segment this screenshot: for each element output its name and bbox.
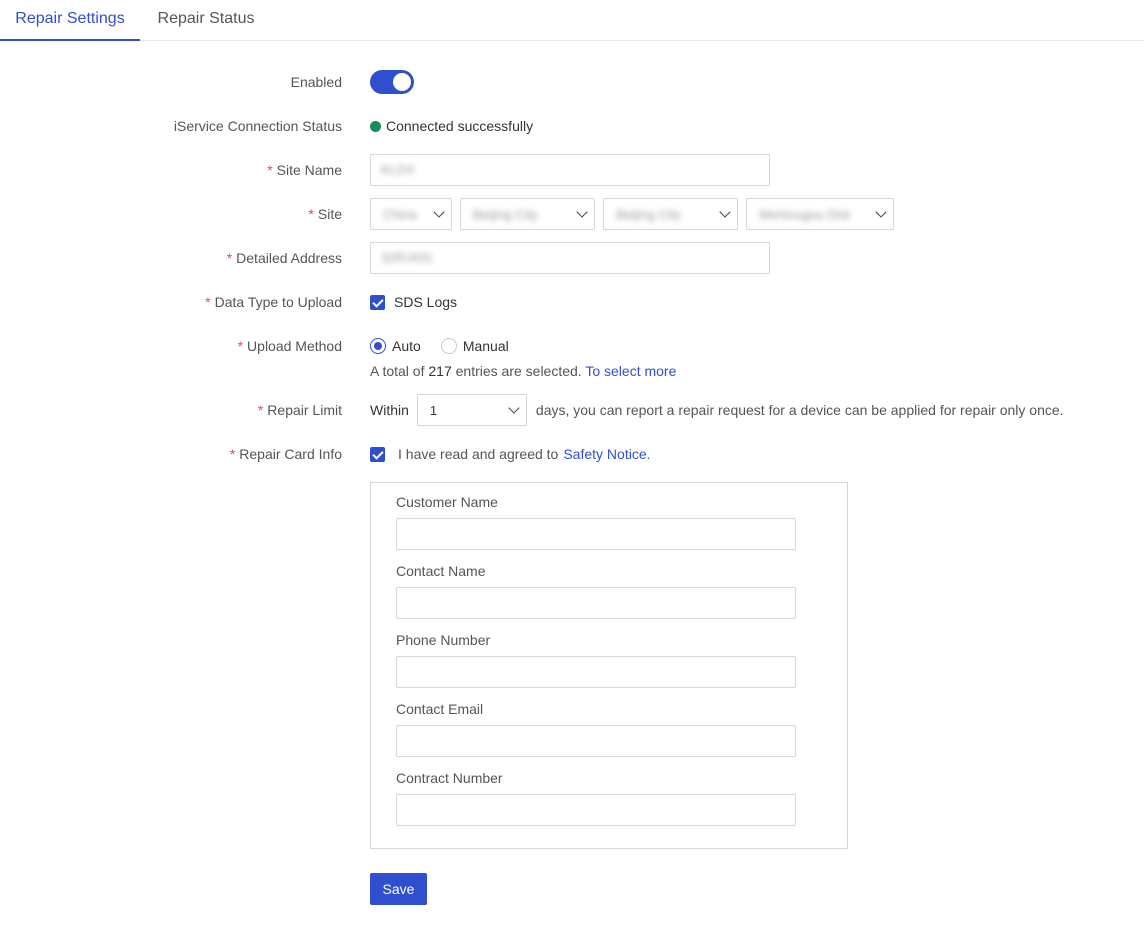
row-site: * Site China Beijing City Beijing City Me… bbox=[0, 198, 1144, 230]
agree-checkbox[interactable] bbox=[370, 446, 385, 462]
phone-number-label: Phone Number bbox=[396, 632, 491, 648]
site-district-select[interactable]: Mentougou Dist bbox=[746, 198, 894, 230]
toggle-knob bbox=[393, 73, 411, 91]
repair-limit-suffix: days, you can report a repair request fo… bbox=[535, 402, 1064, 418]
selected-count: 217 bbox=[428, 363, 452, 379]
chevron-down-icon bbox=[719, 206, 731, 218]
sds-logs-label[interactable]: SDS Logs bbox=[394, 294, 457, 310]
auto-label[interactable]: Auto bbox=[392, 338, 421, 354]
address-input[interactable]: 32RJ431 bbox=[370, 242, 770, 274]
safety-notice-link[interactable]: Safety Notice. bbox=[563, 446, 650, 462]
row-address: * Detailed Address 32RJ431 bbox=[0, 242, 1144, 274]
row-connection: iService Connection Status Connected suc… bbox=[0, 110, 1144, 142]
chevron-down-icon bbox=[508, 402, 520, 414]
manual-radio[interactable] bbox=[440, 338, 457, 354]
tab-repair-settings[interactable]: Repair Settings bbox=[0, 0, 140, 41]
agree-text: I have read and agreed to bbox=[398, 446, 559, 462]
site-country-select[interactable]: China bbox=[370, 198, 452, 230]
site-name-input[interactable]: KLDX bbox=[370, 154, 770, 186]
within-label: Within bbox=[370, 402, 409, 418]
upload-method-label: * Upload Method bbox=[237, 338, 342, 354]
row-enabled: Enabled bbox=[0, 66, 1144, 98]
repair-limit-label: * Repair Limit bbox=[257, 402, 342, 418]
customer-name-input[interactable] bbox=[396, 518, 796, 550]
status-dot-icon bbox=[370, 120, 381, 132]
data-type-label: * Data Type to Upload bbox=[205, 294, 342, 310]
connection-label: iService Connection Status bbox=[173, 118, 342, 134]
site-city-select[interactable]: Beijing City bbox=[603, 198, 738, 230]
site-name-label: * Site Name bbox=[267, 162, 342, 178]
row-upload-method: * Upload Method Auto Manual bbox=[0, 330, 1144, 362]
address-label: * Detailed Address bbox=[226, 250, 342, 266]
customer-name-label: Customer Name bbox=[396, 494, 498, 510]
enabled-toggle[interactable] bbox=[370, 70, 414, 94]
sds-logs-checkbox[interactable] bbox=[370, 294, 385, 310]
contact-email-input[interactable] bbox=[396, 725, 796, 757]
selection-hint: A total of 217 entries are selected. To … bbox=[370, 363, 677, 379]
repair-limit-select[interactable]: 1 bbox=[416, 394, 527, 426]
save-button[interactable]: Save bbox=[370, 873, 427, 905]
phone-number-input[interactable] bbox=[396, 656, 796, 688]
row-site-name: * Site Name KLDX bbox=[0, 154, 1144, 186]
repair-card-label: * Repair Card Info bbox=[229, 446, 342, 462]
repair-card-panel: Customer Name Contact Name Phone Number … bbox=[370, 482, 848, 849]
site-label: * Site bbox=[308, 206, 342, 222]
row-repair-card: * Repair Card Info I have read and agreed… bbox=[0, 438, 1144, 470]
chevron-down-icon bbox=[433, 206, 445, 218]
contact-name-label: Contact Name bbox=[396, 563, 486, 579]
chevron-down-icon bbox=[875, 206, 887, 218]
contact-email-label: Contact Email bbox=[396, 701, 484, 717]
tab-repair-status[interactable]: Repair Status bbox=[140, 0, 272, 41]
manual-label[interactable]: Manual bbox=[463, 338, 509, 354]
contract-number-label: Contract Number bbox=[396, 770, 503, 786]
auto-radio[interactable] bbox=[370, 338, 386, 354]
connection-status: Connected successfully bbox=[386, 118, 534, 134]
contact-name-input[interactable] bbox=[396, 587, 796, 619]
tab-bar: Repair Settings Repair Status bbox=[0, 0, 1144, 41]
row-repair-limit: * Repair Limit Within 1 days, you can rep… bbox=[0, 394, 1144, 426]
chevron-down-icon bbox=[576, 206, 588, 218]
select-more-link[interactable]: To select more bbox=[585, 363, 676, 379]
row-data-type: * Data Type to Upload SDS Logs bbox=[0, 286, 1144, 318]
contract-number-input[interactable] bbox=[396, 794, 796, 826]
site-province-select[interactable]: Beijing City bbox=[460, 198, 595, 230]
enabled-label: Enabled bbox=[290, 74, 342, 90]
